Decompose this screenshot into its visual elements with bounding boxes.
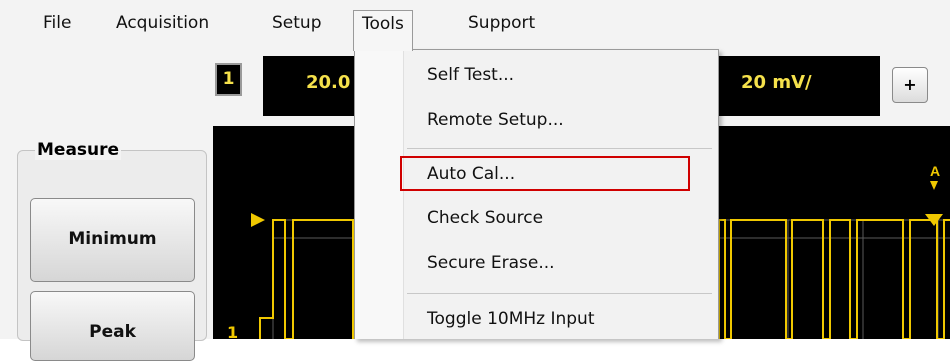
channel-number-button[interactable]: 1 [215,63,242,96]
menu-file[interactable]: File [35,10,79,36]
minimum-button[interactable]: Minimum [30,198,195,282]
menu-item-toggle-10mhz-input[interactable]: Toggle 10MHz Input [427,304,595,334]
channel-axis-label: 1 [227,323,239,339]
menu-setup[interactable]: Setup [264,10,329,36]
timebase-readout: 20.0 [306,72,351,93]
menu-item-check-source[interactable]: Check Source [427,203,543,233]
cursor-a-label: A [930,163,940,179]
menu-acquisition[interactable]: Acquisition [108,10,217,36]
peak-button[interactable]: Peak [30,291,195,361]
menu-separator [407,148,712,149]
menu-item-secure-erase[interactable]: Secure Erase... [427,248,555,278]
trigger-level-marker[interactable] [251,213,265,227]
menu-support[interactable]: Support [460,10,543,36]
tools-dropdown-menu: Self Test... Remote Setup... Auto Cal...… [354,49,719,339]
menu-tools[interactable]: Tools [353,10,413,51]
measure-title: Measure [35,140,122,160]
add-channel-button[interactable]: + [892,67,928,103]
menu-item-remote-setup[interactable]: Remote Setup... [427,105,564,135]
cursor-a-arrow [930,181,938,190]
menu-item-self-test[interactable]: Self Test... [427,60,514,90]
auto-cal-highlight-box [400,156,690,191]
menu-icon-column [355,50,404,339]
vertical-scale-readout[interactable]: 20 mV/ [741,69,812,97]
menu-separator [407,293,712,294]
